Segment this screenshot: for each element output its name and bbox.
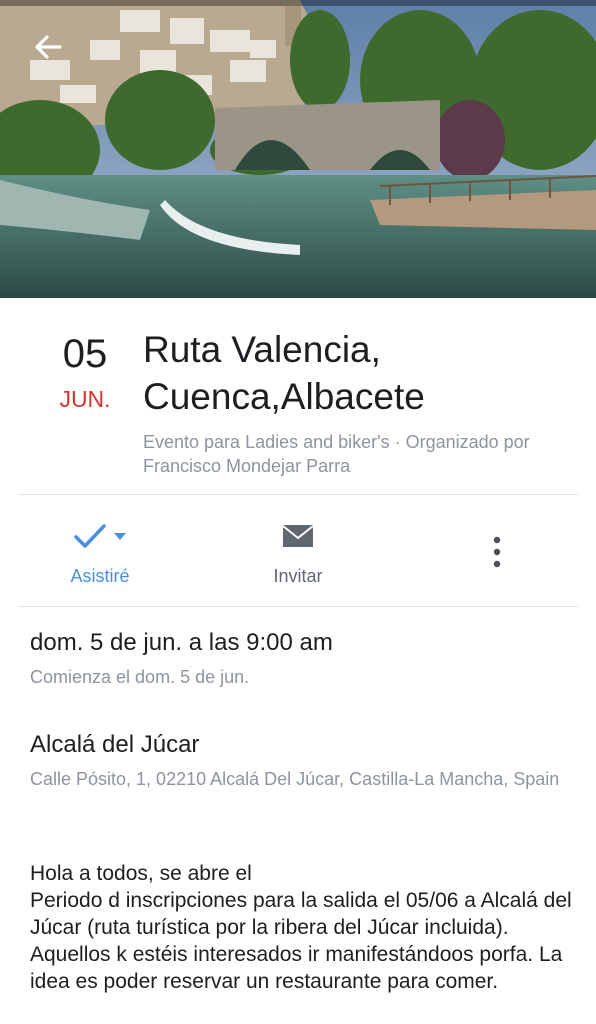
event-start-note: Comienza el dom. 5 de jun. [30,667,250,687]
event-cover-photo [0,0,596,298]
back-button[interactable] [26,26,70,70]
going-label: Asistiré [70,566,130,586]
event-time: dom. 5 de jun. a las 9:00 am [30,629,333,656]
event-time-section[interactable]: dom. 5 de jun. a las 9:00 am Comienza el… [30,628,570,691]
going-button[interactable]: Asistiré [42,516,158,587]
event-date: 05 JUN. [40,330,130,414]
invite-button[interactable]: Invitar [238,516,358,587]
envelope-icon [282,525,314,547]
more-vertical-icon [493,536,501,568]
invite-label: Invitar [273,566,323,586]
event-title: Ruta Valencia, Cuenca,Albacete [143,329,425,417]
event-day: 05 [62,332,108,376]
event-subtitle: Evento para Ladies and biker's · Organiz… [143,432,530,476]
checkmark-icon [74,524,106,548]
event-header: Ruta Valencia, Cuenca,Albacete Evento pa… [143,326,583,478]
location-address: Calle Pósito, 1, 02210 Alcalá Del Júcar,… [30,769,560,789]
divider [18,606,578,607]
event-description: Hola a todos, se abre el Periodo d inscr… [30,862,572,993]
dropdown-caret-icon [114,533,126,540]
divider [18,494,578,495]
event-month: JUN. [59,386,111,412]
location-name: Alcalá del Júcar [30,731,200,758]
event-location-section[interactable]: Alcalá del Júcar Calle Pósito, 1, 02210 … [30,730,570,793]
back-arrow-icon [35,35,62,59]
more-options-button[interactable] [480,532,514,572]
